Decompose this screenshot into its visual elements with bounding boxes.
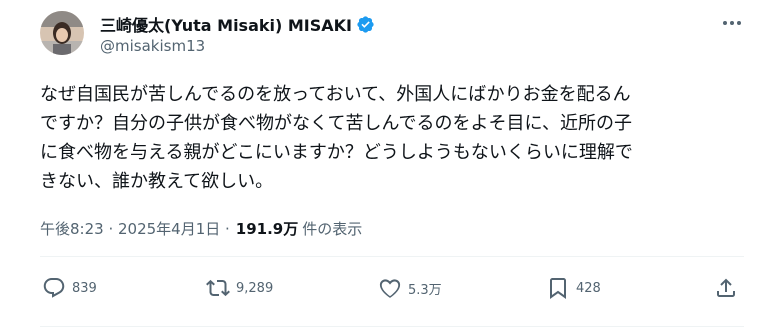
divider [40, 256, 744, 257]
tweet-text-line: に食べ物を与える親がどこにいますか？どうしようもないくらいに理解で [40, 142, 633, 163]
like-button[interactable]: 5.3万 [378, 276, 442, 300]
bottom-divider [40, 326, 744, 327]
like-icon [379, 279, 401, 298]
views-count: 191.9万 [235, 220, 299, 238]
views-label: 件の表示 [302, 220, 363, 238]
like-count: 5.3万 [408, 282, 442, 298]
author-display-name[interactable]: 三崎優太(Yuta Misaki) MISAKI [100, 12, 352, 36]
retweet-count: 9,289 [236, 280, 274, 296]
bookmark-count: 428 [576, 280, 601, 296]
share-button[interactable] [714, 276, 738, 300]
retweet-icon [206, 279, 230, 297]
tweet-text: なぜ自国民が苦しんでるのを放っておいて、外国人にばかりお金を配るん ですか？自分… [40, 80, 760, 196]
author-handle[interactable]: @misakism13 [100, 37, 205, 55]
tweet-meta: 午後8:23 · 2025年4月1日 · 191.9万 件の表示 [40, 218, 362, 239]
action-bar: 839 9,289 5.3万 428 [0, 276, 772, 310]
reply-count: 839 [72, 280, 97, 296]
more-icon[interactable] [720, 11, 744, 35]
reply-icon [43, 278, 65, 298]
avatar[interactable] [40, 11, 84, 55]
share-icon [717, 278, 735, 297]
tweet-text-line: きない、誰か教えて欲しい。 [40, 171, 274, 192]
bookmark-icon [550, 278, 566, 299]
tweet-text-line: ですか？自分の子供が食べ物がなくて苦しんでるのをよそ目に、近所の子 [40, 113, 633, 134]
bookmark-button[interactable]: 428 [546, 276, 601, 300]
tweet-text-line: なぜ自国民が苦しんでるのを放っておいて、外国人にばかりお金を配るん [40, 84, 631, 105]
retweet-button[interactable]: 9,289 [206, 276, 273, 300]
reply-button[interactable]: 839 [42, 276, 97, 300]
author-name-row[interactable]: 三崎優太(Yuta Misaki) MISAKI [100, 12, 375, 36]
tweet-timestamp[interactable]: 午後8:23 · 2025年4月1日 · [40, 218, 230, 239]
verified-icon [357, 15, 374, 33]
